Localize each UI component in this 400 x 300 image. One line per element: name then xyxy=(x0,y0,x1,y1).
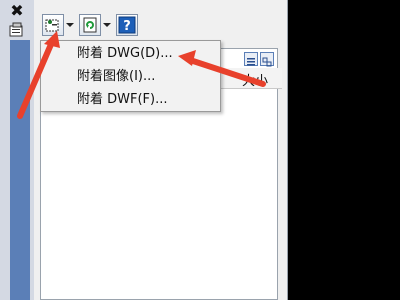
refresh-dropdown-arrow[interactable] xyxy=(102,14,112,36)
attach-dropdown-menu: 附着 DWG(D)... 附着图像(I)... 附着 DWF(F)... xyxy=(40,40,221,112)
palette-properties-icon[interactable] xyxy=(8,22,26,38)
menu-item-attach-dwg[interactable]: 附着 DWG(D)... xyxy=(41,43,220,65)
refresh-icon xyxy=(83,17,97,33)
chevron-down-icon xyxy=(103,23,111,27)
attach-dwg-icon xyxy=(45,19,59,32)
svg-text:?: ? xyxy=(123,19,131,34)
left-blue-bar xyxy=(10,40,30,300)
tree-view-icon[interactable] xyxy=(260,52,274,67)
chevron-down-icon xyxy=(66,23,74,27)
attach-dropdown-arrow[interactable] xyxy=(65,14,75,36)
menu-item-attach-image[interactable]: 附着图像(I)... xyxy=(41,66,220,88)
attach-dwg-button[interactable] xyxy=(42,14,64,36)
background-right xyxy=(288,0,400,300)
help-icon: ? xyxy=(118,16,136,34)
menu-item-attach-dwf[interactable]: 附着 DWF(F)... xyxy=(41,89,220,111)
column-header-size[interactable]: 大小 xyxy=(242,70,268,89)
list-view-icon[interactable] xyxy=(244,52,258,66)
close-icon[interactable]: ✖ xyxy=(8,2,26,20)
help-button[interactable]: ? xyxy=(116,14,138,36)
refresh-button[interactable] xyxy=(79,14,101,36)
